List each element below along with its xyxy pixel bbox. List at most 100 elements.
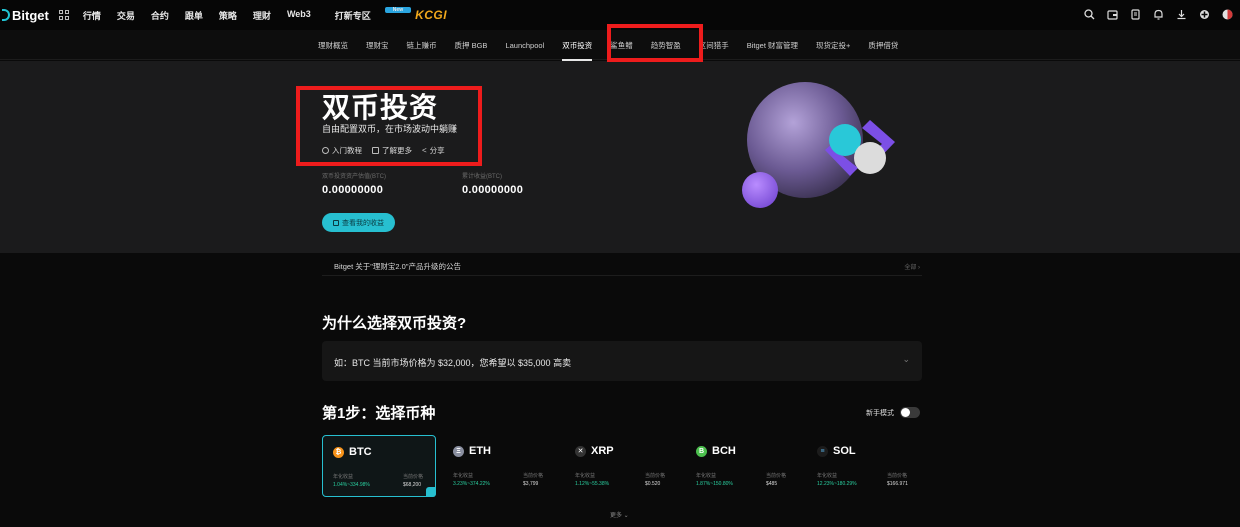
coin-card-xrp[interactable]: ✕ XRP 年化收益 当前价格 1.12%~55.38% $0.520	[565, 435, 679, 497]
example-text: 如：BTC 当前市场价格为 $32,000，您希望以 $35,000 高卖	[334, 358, 572, 368]
nav-item-earn[interactable]: 理财	[245, 9, 279, 22]
xrp-icon: ✕	[575, 445, 586, 457]
nav-item-web3[interactable]: Web3	[279, 9, 319, 22]
book-icon	[372, 147, 379, 154]
nav-item-strategy[interactable]: 策略	[211, 9, 245, 22]
apps-grid-icon[interactable]	[58, 10, 69, 20]
hero-illustration	[742, 82, 895, 208]
top-right-icons	[1083, 8, 1234, 21]
apr-value: 12.23%~180.29%	[817, 481, 857, 487]
subnav-item-stake-bgb[interactable]: 质押 BGB	[455, 40, 488, 51]
apr-label: 年化收益	[817, 473, 838, 479]
example-accordion[interactable]: 如：BTC 当前市场价格为 $32,000，您希望以 $35,000 高卖 ⌄	[322, 341, 922, 381]
price-value: $0.520	[645, 481, 661, 487]
total-earnings-value: 0.00000000	[462, 184, 524, 196]
why-section-title: 为什么选择双币投资?	[322, 315, 467, 332]
newbie-mode-switch[interactable]	[900, 407, 920, 418]
nav-item-trade[interactable]: 交易	[109, 9, 143, 22]
subnav-item-savings[interactable]: 理财宝	[366, 40, 389, 51]
page-subtitle: 自由配置双币，在市场波动中躺赚	[322, 124, 458, 134]
apr-label: 年化收益	[696, 473, 717, 479]
announcement-bar[interactable]: Bitget 关于"理财宝2.0"产品升级的公告 全部 ›	[322, 256, 922, 276]
document-icon	[333, 219, 339, 226]
share-link[interactable]: < 分享	[422, 145, 445, 156]
apr-label: 年化收益	[453, 473, 474, 479]
apr-value: 1.87%~150.80%	[696, 481, 733, 487]
price-label: 当前价格	[766, 473, 787, 479]
hero-section	[0, 61, 1240, 253]
bch-icon: B	[696, 445, 707, 457]
chevron-down-icon[interactable]: ⌄	[902, 354, 910, 365]
coin-card-sol[interactable]: ≡ SOL 年化收益 当前价格 12.23%~180.29% $166.971	[807, 435, 921, 497]
tutorial-link-label: 入门教程	[332, 146, 362, 155]
price-value: $3,799	[523, 481, 539, 487]
kcgi-promo-logo[interactable]: KCGI	[415, 8, 447, 22]
new-badge: New	[384, 6, 412, 13]
subnav-item-range-hunter[interactable]: 区间猎手	[699, 40, 729, 51]
document-icon[interactable]	[1129, 8, 1142, 21]
apr-value: 1.04%~334.98%	[333, 482, 370, 488]
subnav-item-crypto-loans[interactable]: 质押借贷	[868, 40, 898, 51]
search-icon[interactable]	[1083, 8, 1096, 21]
page-title: 双币投资	[322, 92, 439, 123]
announcement-text[interactable]: Bitget 关于"理财宝2.0"产品升级的公告	[334, 261, 461, 272]
avatar[interactable]	[1221, 8, 1234, 21]
apr-value: 1.12%~55.38%	[575, 481, 610, 487]
top-bar: Bitget 行情 交易 合约 跟单 策略 理财 Web3 打新专区 New KC…	[0, 0, 1240, 30]
subnav-item-dual-investment[interactable]: 双币投资	[562, 40, 593, 61]
newbie-mode-toggle[interactable]: 新手模式	[866, 407, 920, 418]
total-earnings-label: 累计收益(BTC)	[462, 174, 502, 180]
nav-item-launch-zone-label: 打新专区	[334, 10, 371, 21]
learn-more-link[interactable]: 了解更多	[372, 145, 412, 156]
price-label: 当前价格	[523, 473, 544, 479]
sol-icon: ≡	[817, 445, 828, 457]
coin-card-eth[interactable]: Ξ ETH 年化收益 当前价格 3.23%~374.22% $3,799	[443, 435, 557, 497]
coin-card-bch[interactable]: B BCH 年化收益 当前价格 1.87%~150.80% $485	[686, 435, 800, 497]
newbie-mode-label: 新手模式	[866, 409, 894, 417]
wallet-icon[interactable]	[1106, 8, 1119, 21]
subnav-item-trend[interactable]: 趋势智盈	[651, 40, 681, 51]
subnav-item-auto-invest[interactable]: 现货定投+	[816, 40, 850, 51]
main-nav: 行情 交易 合约 跟单 策略 理财 Web3 打新专区 New	[75, 6, 413, 22]
bitget-logo[interactable]: Bitget	[2, 8, 49, 23]
coin-symbol: ETH	[469, 445, 491, 457]
coin-symbol: SOL	[833, 445, 856, 457]
coin-symbol: XRP	[591, 445, 614, 457]
tutorial-link[interactable]: 入门教程	[322, 145, 362, 156]
earn-subnav: 理财概览 理财宝 链上赚币 质押 BGB Launchpool 双币投资 鲨鱼鳍…	[0, 30, 1240, 61]
price-label: 当前价格	[403, 474, 424, 480]
learn-more-link-label: 了解更多	[382, 146, 412, 155]
nav-item-launch-zone[interactable]: 打新专区 New	[319, 6, 413, 22]
play-circle-icon	[322, 147, 329, 154]
bell-icon[interactable]	[1152, 8, 1165, 21]
subnav-item-shark-fin[interactable]: 鲨鱼鳍	[610, 40, 633, 51]
share-icon: <	[422, 146, 427, 155]
subnav-item-onchain-earn[interactable]: 链上赚币	[407, 40, 437, 51]
apr-label: 年化收益	[575, 473, 596, 479]
asset-value: 0.00000000	[322, 184, 384, 196]
download-icon[interactable]	[1175, 8, 1188, 21]
price-label: 当前价格	[645, 473, 666, 479]
step-title: 第1步：选择币种	[322, 405, 436, 422]
price-value: $68,200	[403, 482, 422, 488]
price-value: $485	[766, 481, 778, 487]
coin-symbol: BTC	[349, 446, 372, 458]
coin-card-btc[interactable]: ₿ BTC 年化收益 当前价格 1.04%~334.98% $68,200	[322, 435, 436, 497]
subnav-item-wealth-management[interactable]: Bitget 财富管理	[747, 40, 798, 51]
subnav-item-launchpool[interactable]: Launchpool	[505, 41, 544, 50]
nav-item-futures[interactable]: 合约	[143, 9, 177, 22]
globe-icon[interactable]	[1198, 8, 1211, 21]
hero-links: 入门教程 了解更多 < 分享	[322, 145, 445, 156]
view-earnings-button[interactable]: 查看我的收益	[322, 213, 395, 232]
bitget-logo-mark-icon	[2, 9, 10, 21]
share-link-label: 分享	[429, 146, 445, 155]
nav-item-copy-trading[interactable]: 跟单	[177, 9, 211, 22]
price-value: $166.971	[887, 481, 908, 487]
eth-icon: Ξ	[453, 445, 464, 457]
btc-icon: ₿	[333, 446, 344, 458]
nav-item-markets[interactable]: 行情	[75, 9, 109, 22]
subnav-item-overview[interactable]: 理财概览	[318, 40, 348, 51]
show-more-link[interactable]: 更多 ⌄	[610, 510, 629, 519]
selected-check-icon	[426, 487, 436, 497]
announcement-more-link[interactable]: 全部 ›	[904, 262, 920, 271]
